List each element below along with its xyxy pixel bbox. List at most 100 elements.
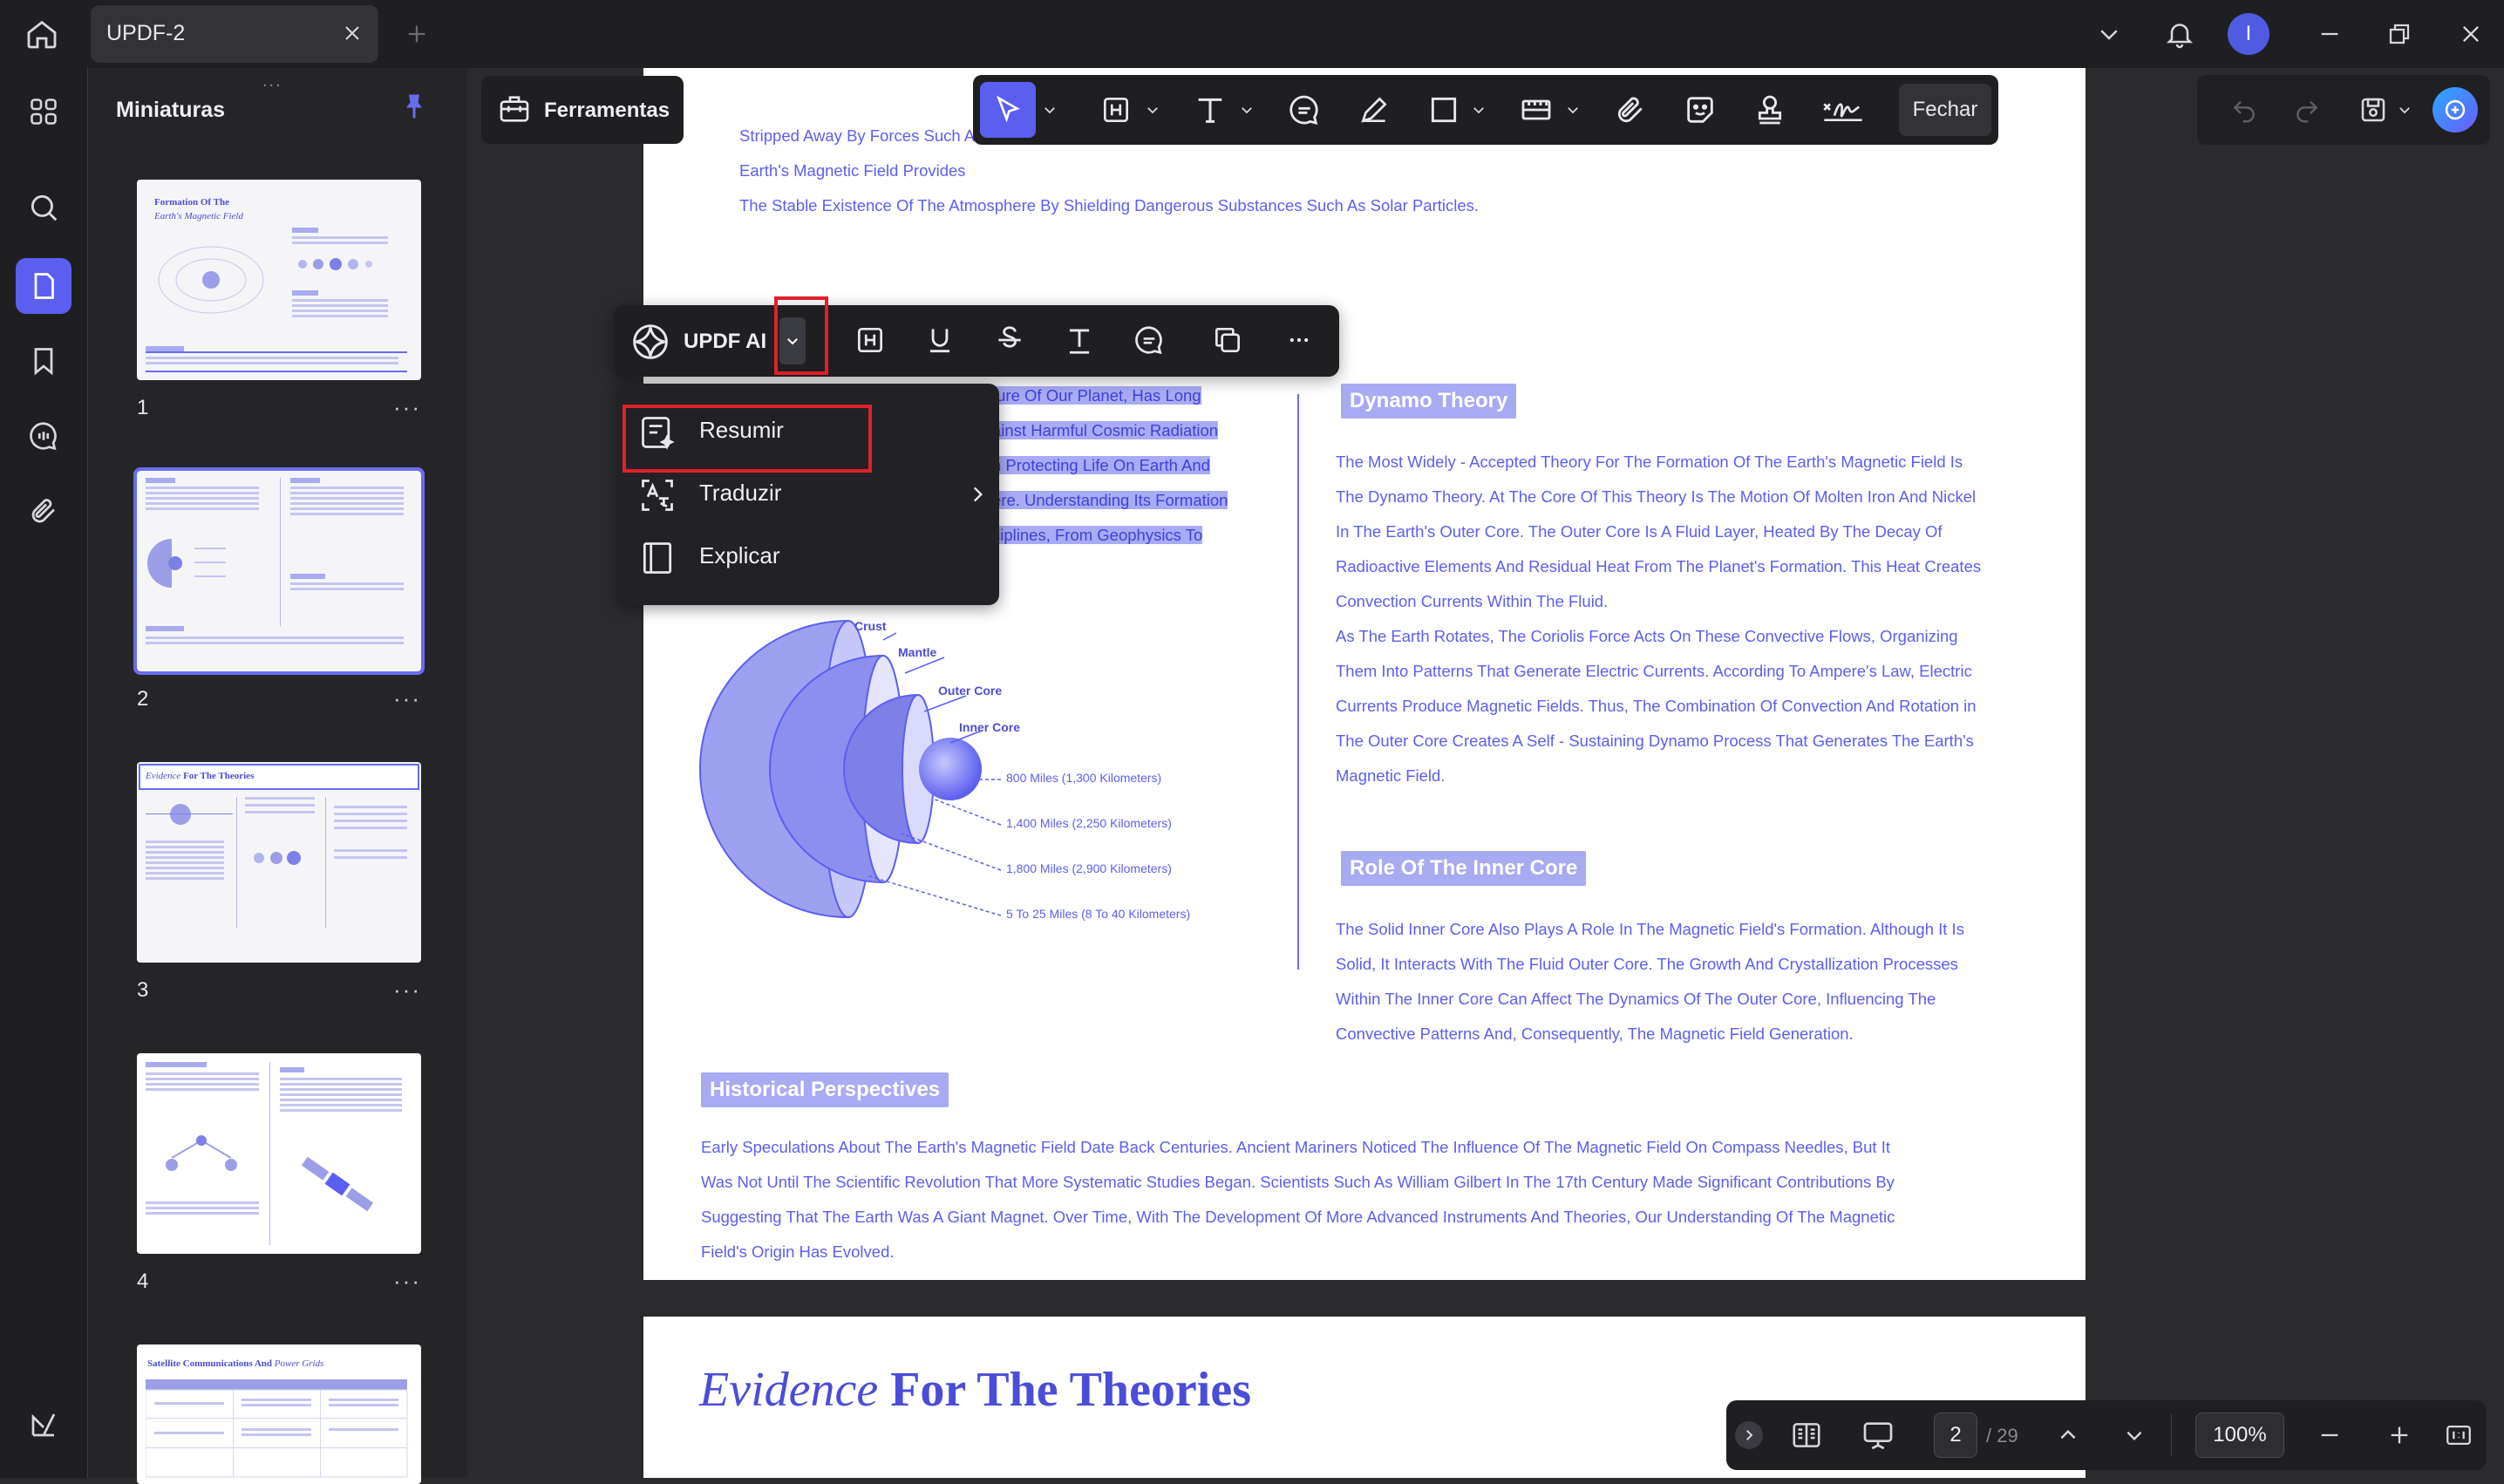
page-layout-icon[interactable] [1786,1414,1827,1456]
redo-icon[interactable] [2286,89,2328,131]
chevron-down-icon[interactable] [1562,89,1583,131]
diagram-depth-label: 1,400 Miles (2,250 Kilometers) [1006,816,1172,830]
text-insert-button[interactable] [1058,319,1100,361]
thumbnail-number: 4 [137,1270,149,1293]
page-text-line: Stripped Away By Forces Such A [739,126,976,145]
zoom-level-input[interactable]: 100% [2195,1413,2284,1458]
chevron-down-icon[interactable] [1468,89,1489,131]
undo-icon[interactable] [2223,89,2265,131]
zoom-in-icon[interactable] [2380,1414,2419,1456]
home-icon[interactable] [21,13,63,55]
save-icon[interactable] [2352,89,2394,131]
diagram-label: Mantle [898,645,937,659]
attachment-icon[interactable] [1609,89,1651,131]
signature-icon[interactable] [1817,89,1869,131]
new-tab-icon[interactable] [396,13,438,55]
notification-bell-icon[interactable] [2159,13,2201,55]
page-total: / 29 [1986,1425,2018,1447]
current-page-input[interactable]: 2 [1934,1413,1977,1458]
ai-assistant-icon[interactable] [2433,87,2478,133]
previous-page-icon[interactable] [2049,1414,2087,1456]
tools-button[interactable]: Ferramentas [481,76,684,144]
comments-icon[interactable] [16,408,71,464]
strikethrough-button[interactable] [989,319,1031,361]
close-window-icon[interactable] [2450,13,2492,55]
minimize-icon[interactable] [2309,13,2351,55]
highlighted-text[interactable]: ture Of Our Planet, Has Long [992,386,1201,405]
text-tool-button[interactable] [1189,89,1231,131]
copy-icon[interactable] [1207,319,1249,361]
comment-tool-button[interactable] [1283,89,1325,131]
updf-ai-label[interactable]: UPDF AI [684,330,766,354]
underline-button[interactable] [919,319,961,361]
panel-resize-handle[interactable]: ... [262,71,282,92]
updf-ai-icon[interactable] [631,323,670,361]
chevron-down-icon[interactable] [2088,13,2130,55]
next-page-icon[interactable] [2115,1414,2154,1456]
thumbnail-page-1[interactable]: Formation Of The Earth's Magnetic Field [137,180,421,380]
more-options-icon[interactable] [1282,319,1317,361]
collapse-arrow-icon[interactable] [1735,1421,1763,1449]
chevron-down-icon[interactable] [2394,89,2415,131]
thumbnail-more-icon[interactable]: ··· [393,685,421,712]
pin-icon[interactable] [398,91,430,122]
translate-icon [638,476,677,514]
diagram-depth-label: 5 To 25 Miles (8 To 40 Kilometers) [1006,907,1191,921]
thumbnail-page-2[interactable] [133,467,425,675]
page-3-title: Evidence For The Theories [699,1363,1251,1417]
thumbnail-page-4[interactable] [137,1053,421,1254]
page-navigation-bar: 2 / 29 100% [1726,1400,2487,1470]
zoom-out-icon[interactable] [2310,1414,2349,1456]
text-selection-toolbar: UPDF AI [614,305,1339,377]
attachment-icon[interactable] [16,483,71,539]
pencil-tool-button[interactable] [1353,89,1395,131]
thumbnail-page-3[interactable]: Evidence For The Theories [137,762,421,963]
diagram-depth-label: 800 Miles (1,300 Kilometers) [1006,771,1162,785]
thumbnail-more-icon[interactable]: ··· [393,394,421,421]
presentation-icon[interactable] [1857,1414,1899,1456]
select-cursor-button[interactable] [980,82,1036,138]
highlight-text-button[interactable] [849,319,891,361]
actual-size-icon[interactable] [2439,1414,2478,1456]
thumbnails-page-icon[interactable] [16,258,71,314]
document-tab[interactable]: UPDF-2 [91,5,378,63]
highlighted-text[interactable]: ciplines, From Geophysics To [992,526,1203,544]
comment-icon[interactable] [1128,319,1170,361]
chevron-down-icon[interactable] [1039,89,1060,131]
document-canvas[interactable]: Stripped Away By Forces Such A Earth's M… [467,68,2504,1478]
apps-grid-icon[interactable] [16,84,71,140]
menu-item-translate[interactable]: Traduzir [638,469,987,521]
chevron-right-icon [966,483,989,506]
search-icon[interactable] [16,180,71,235]
theme-layers-icon[interactable] [16,1397,71,1453]
stamp-icon[interactable] [1749,89,1791,131]
highlight-tool-button[interactable] [1095,89,1137,131]
summarize-red-highlight [623,405,872,473]
chevron-down-icon[interactable] [1142,89,1163,131]
sticker-icon[interactable] [1679,89,1721,131]
shape-tool-button[interactable] [1423,89,1465,131]
chevron-down-icon[interactable] [1236,89,1257,131]
measure-tool-button[interactable] [1515,89,1557,131]
page-text-line: Earth's Magnetic Field Provides [739,161,966,180]
highlighted-text[interactable]: n Protecting Life On Earth And [992,456,1210,474]
close-toolbar-button[interactable]: Fechar [1899,84,1991,136]
restore-window-icon[interactable] [2378,13,2420,55]
history-toolbar [2197,75,2490,145]
diagram-label: Crust [854,619,887,633]
close-tab-icon[interactable] [337,17,368,49]
section-heading-dynamo: Dynamo Theory [1341,384,1517,419]
highlighted-text[interactable]: ainst Harmful Cosmic Radiation [992,421,1219,439]
bookmark-icon[interactable] [16,333,71,389]
thumbnail-page-5[interactable]: Satellite Communications And Power Grids [137,1344,421,1484]
section-heading-inner-core: Role Of The Inner Core [1341,851,1587,886]
user-avatar[interactable]: I [2228,13,2269,55]
thumbnails-title: Miniaturas [116,98,226,122]
thumbnail-more-icon[interactable]: ··· [393,977,421,1004]
thumbnail-number: 3 [137,978,149,1002]
thumbnail-more-icon[interactable]: ··· [393,1268,421,1295]
thumbnail-number: 1 [137,396,149,419]
menu-item-explain[interactable]: Explicar [638,532,987,584]
column-divider [1297,394,1299,970]
highlighted-text[interactable]: ere. Understanding Its Formation [992,491,1228,509]
